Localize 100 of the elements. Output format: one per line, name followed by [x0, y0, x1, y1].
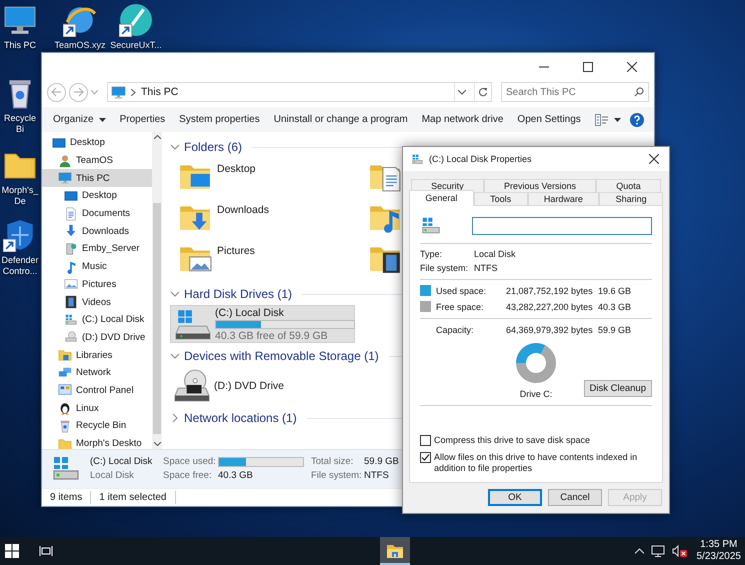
nav-item[interactable]: Documents	[42, 204, 152, 222]
toolbar-button[interactable]: Map network drive	[414, 107, 510, 132]
nav-item[interactable]: Linux	[42, 399, 152, 417]
nav-item[interactable]: Libraries	[42, 346, 152, 364]
checkbox-label: Allow files on this drive to have contents indexed in addition to file properties	[434, 452, 638, 474]
desktop-icon-label[interactable]: TeamOS.xyz	[52, 40, 108, 51]
chevron-up-icon[interactable]	[634, 548, 644, 554]
chevron-down-icon[interactable]	[170, 351, 180, 361]
nav-item[interactable]: Pictures	[42, 276, 152, 294]
task-view-icon	[39, 545, 53, 557]
scrollbar[interactable]	[152, 132, 162, 449]
tab[interactable]: Tools	[474, 192, 528, 205]
library-folder-icon	[58, 348, 72, 362]
chevron-down-icon[interactable]	[170, 142, 180, 152]
tab[interactable]: Previous Versions	[484, 179, 596, 192]
nav-item[interactable]: (D:) DVD Drive	[42, 328, 152, 346]
group-header[interactable]: Hard Disk Drives (1)	[184, 287, 292, 301]
size-value: 59.9 GB	[598, 325, 632, 335]
group-header[interactable]: Network locations (1)	[184, 411, 297, 425]
caret-icon	[458, 90, 466, 94]
detail-label: File system:	[311, 469, 361, 483]
checkbox[interactable]	[420, 435, 431, 446]
group-header[interactable]: Folders (6)	[184, 140, 242, 154]
file-explorer-button[interactable]	[380, 537, 410, 565]
recycle-bin-icon	[58, 418, 72, 433]
desktop-icon-label[interactable]: Recycle Bi	[0, 113, 40, 135]
muted-speaker-icon[interactable]	[672, 545, 688, 557]
maximize-icon	[583, 62, 593, 72]
nav-item[interactable]: Recycle Bin	[42, 417, 152, 435]
size-value: 40.3 GB	[598, 302, 632, 312]
desktop-icon-label[interactable]: Morph's_De	[0, 185, 40, 207]
nav-item[interactable]: Desktop	[42, 187, 152, 205]
detail-label: Space free:	[163, 469, 213, 483]
group-header[interactable]: Devices with Removable Storage (1)	[184, 349, 379, 363]
clock[interactable]: 1:35 PM 5/23/2025	[694, 539, 745, 563]
organize-menu[interactable]: Organize	[46, 107, 113, 132]
help-icon[interactable]	[630, 112, 644, 126]
nav-item[interactable]: Music	[42, 258, 152, 276]
nav-item[interactable]: TeamOS	[42, 152, 152, 170]
dialog-button[interactable]: Cancel	[548, 489, 602, 506]
tab[interactable]: Quota	[596, 179, 661, 192]
film-icon	[64, 295, 78, 310]
status-text: 9 items	[42, 491, 92, 504]
network-icon[interactable]	[650, 545, 664, 557]
server-icon	[64, 242, 78, 256]
free-space-text: 40.3 GB free of 59.9 GB	[215, 330, 329, 342]
document-icon	[64, 206, 78, 221]
address-bar[interactable]: This PC	[107, 82, 492, 102]
nav-item[interactable]: This PC	[42, 169, 152, 188]
folder-icon	[386, 543, 404, 559]
picture-icon	[64, 277, 78, 292]
drive-tile[interactable]: (C:) Local Disk 40.3 GB free of 59.9 GB	[170, 305, 355, 343]
tab[interactable]: Hardware	[528, 192, 600, 205]
drive-icon	[175, 307, 211, 341]
toolbar-button[interactable]: Uninstall or change a program	[266, 107, 415, 132]
detail-value: NTFS	[364, 469, 390, 483]
checkbox[interactable]	[420, 452, 431, 463]
refresh-icon	[478, 87, 488, 97]
detail-label: Total size:	[311, 455, 354, 469]
control-panel-icon	[58, 383, 72, 398]
name-field[interactable]	[472, 217, 652, 235]
drive-icon	[411, 152, 424, 166]
toolbar-button[interactable]: Open Settings	[510, 107, 588, 132]
tab[interactable]: General	[409, 190, 474, 206]
nav-item[interactable]: Emby_Server	[42, 240, 152, 258]
drive-icon	[64, 312, 78, 327]
nav-item[interactable]: Network	[42, 364, 152, 382]
computer-icon	[111, 84, 126, 100]
desktop-icon-label[interactable]: SecureUxT...	[108, 40, 164, 51]
detail-name: (C:) Local Disk	[90, 455, 154, 469]
chevron-right-icon[interactable]	[170, 413, 180, 423]
address-path: This PC	[141, 86, 180, 98]
disk-cleanup-button[interactable]: Disk Cleanup	[584, 380, 652, 397]
view-options-icon	[594, 114, 609, 126]
search-field[interactable]: Search This PC	[501, 82, 649, 102]
dialog-button[interactable]: OK	[488, 489, 542, 506]
folder-label: Pictures	[217, 244, 255, 257]
drive-tile[interactable]: (D:) DVD Drive	[170, 367, 355, 405]
clock-date: 5/23/2025	[696, 551, 741, 563]
tab[interactable]: Sharing	[599, 192, 664, 205]
nav-item[interactable]: (C:) Local Disk	[42, 310, 152, 329]
toolbar-button[interactable]: System properties	[172, 107, 267, 132]
desktop-icon-label[interactable]: This PC	[0, 40, 40, 51]
user-icon	[58, 154, 72, 168]
dialog-title: (C:) Local Disk Properties	[429, 154, 533, 164]
nav-item[interactable]: Control Panel	[42, 382, 152, 400]
toolbar-button[interactable]: Properties	[112, 107, 172, 132]
desktop-icon-label[interactable]: Defender Contro...	[0, 255, 40, 277]
scrollbar-thumb[interactable]	[153, 203, 161, 434]
address-dropdown-button[interactable]	[454, 83, 469, 101]
nav-item[interactable]: Downloads	[42, 222, 152, 240]
size-value: 19.6 GB	[598, 286, 632, 296]
nav-item[interactable]: Morph's Deskto	[42, 434, 152, 449]
detail-label: Space used:	[163, 455, 215, 469]
chevron-down-icon[interactable]	[170, 289, 180, 299]
capacity-label: Capacity:	[435, 325, 475, 335]
bytes-value: 43,282,227,200 bytes	[506, 302, 594, 312]
nav-item[interactable]: Desktop	[42, 134, 152, 152]
nav-item[interactable]: Videos	[42, 293, 152, 311]
dvd-drive-icon	[64, 330, 78, 344]
